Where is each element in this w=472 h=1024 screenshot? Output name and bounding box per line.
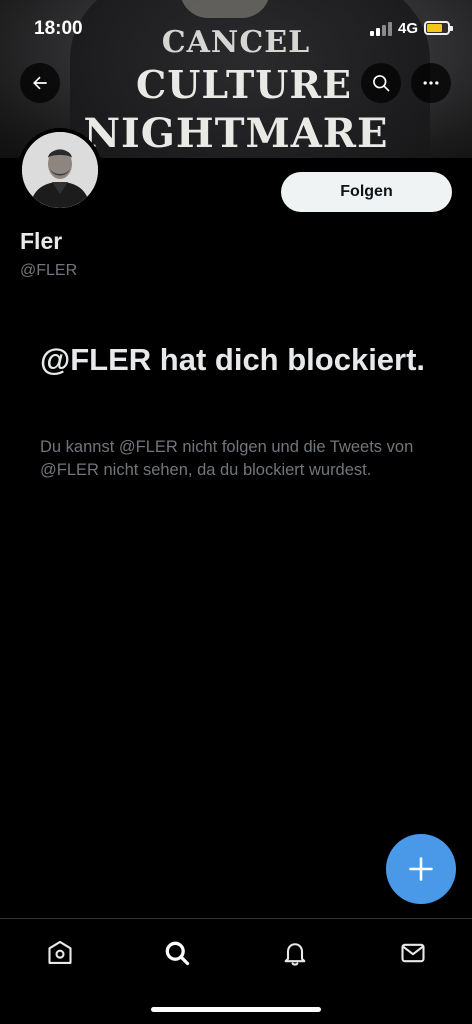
search-button[interactable] [361,63,401,103]
arrow-left-icon [33,76,47,90]
battery-level [427,24,442,32]
banner-text-line-2: CULTURE [136,62,352,107]
bell-icon [284,943,306,966]
battery-icon [424,21,453,35]
compose-tweet-button[interactable] [386,834,456,904]
avatar-image [22,132,98,208]
profile-handle: @FLER [20,262,78,279]
search-icon [373,75,390,92]
more-horizontal-icon [423,81,439,85]
home-indicator [151,1007,321,1012]
signal-strength-icon [370,22,392,36]
more-button[interactable] [411,63,451,103]
profile-avatar[interactable] [18,128,102,212]
search-icon [165,941,190,966]
profile-display-name: Fler [20,228,63,254]
mail-icon [401,943,425,963]
nav-home[interactable] [40,933,80,973]
plus-icon [409,857,433,881]
nav-search[interactable] [157,933,197,973]
blocked-description: Du kannst @FLER nicht folgen und die Twe… [40,438,414,479]
status-time: 18:00 [34,18,83,39]
follow-button[interactable]: Folgen [281,172,452,212]
home-icon [48,940,72,964]
nav-messages[interactable] [393,933,433,973]
blocked-title: @FLER hat dich blockiert. [40,342,426,377]
status-bar: 18:00 4G [0,0,472,56]
network-type: 4G [398,20,419,37]
nav-notifications[interactable] [275,933,315,973]
back-button[interactable] [20,63,60,103]
